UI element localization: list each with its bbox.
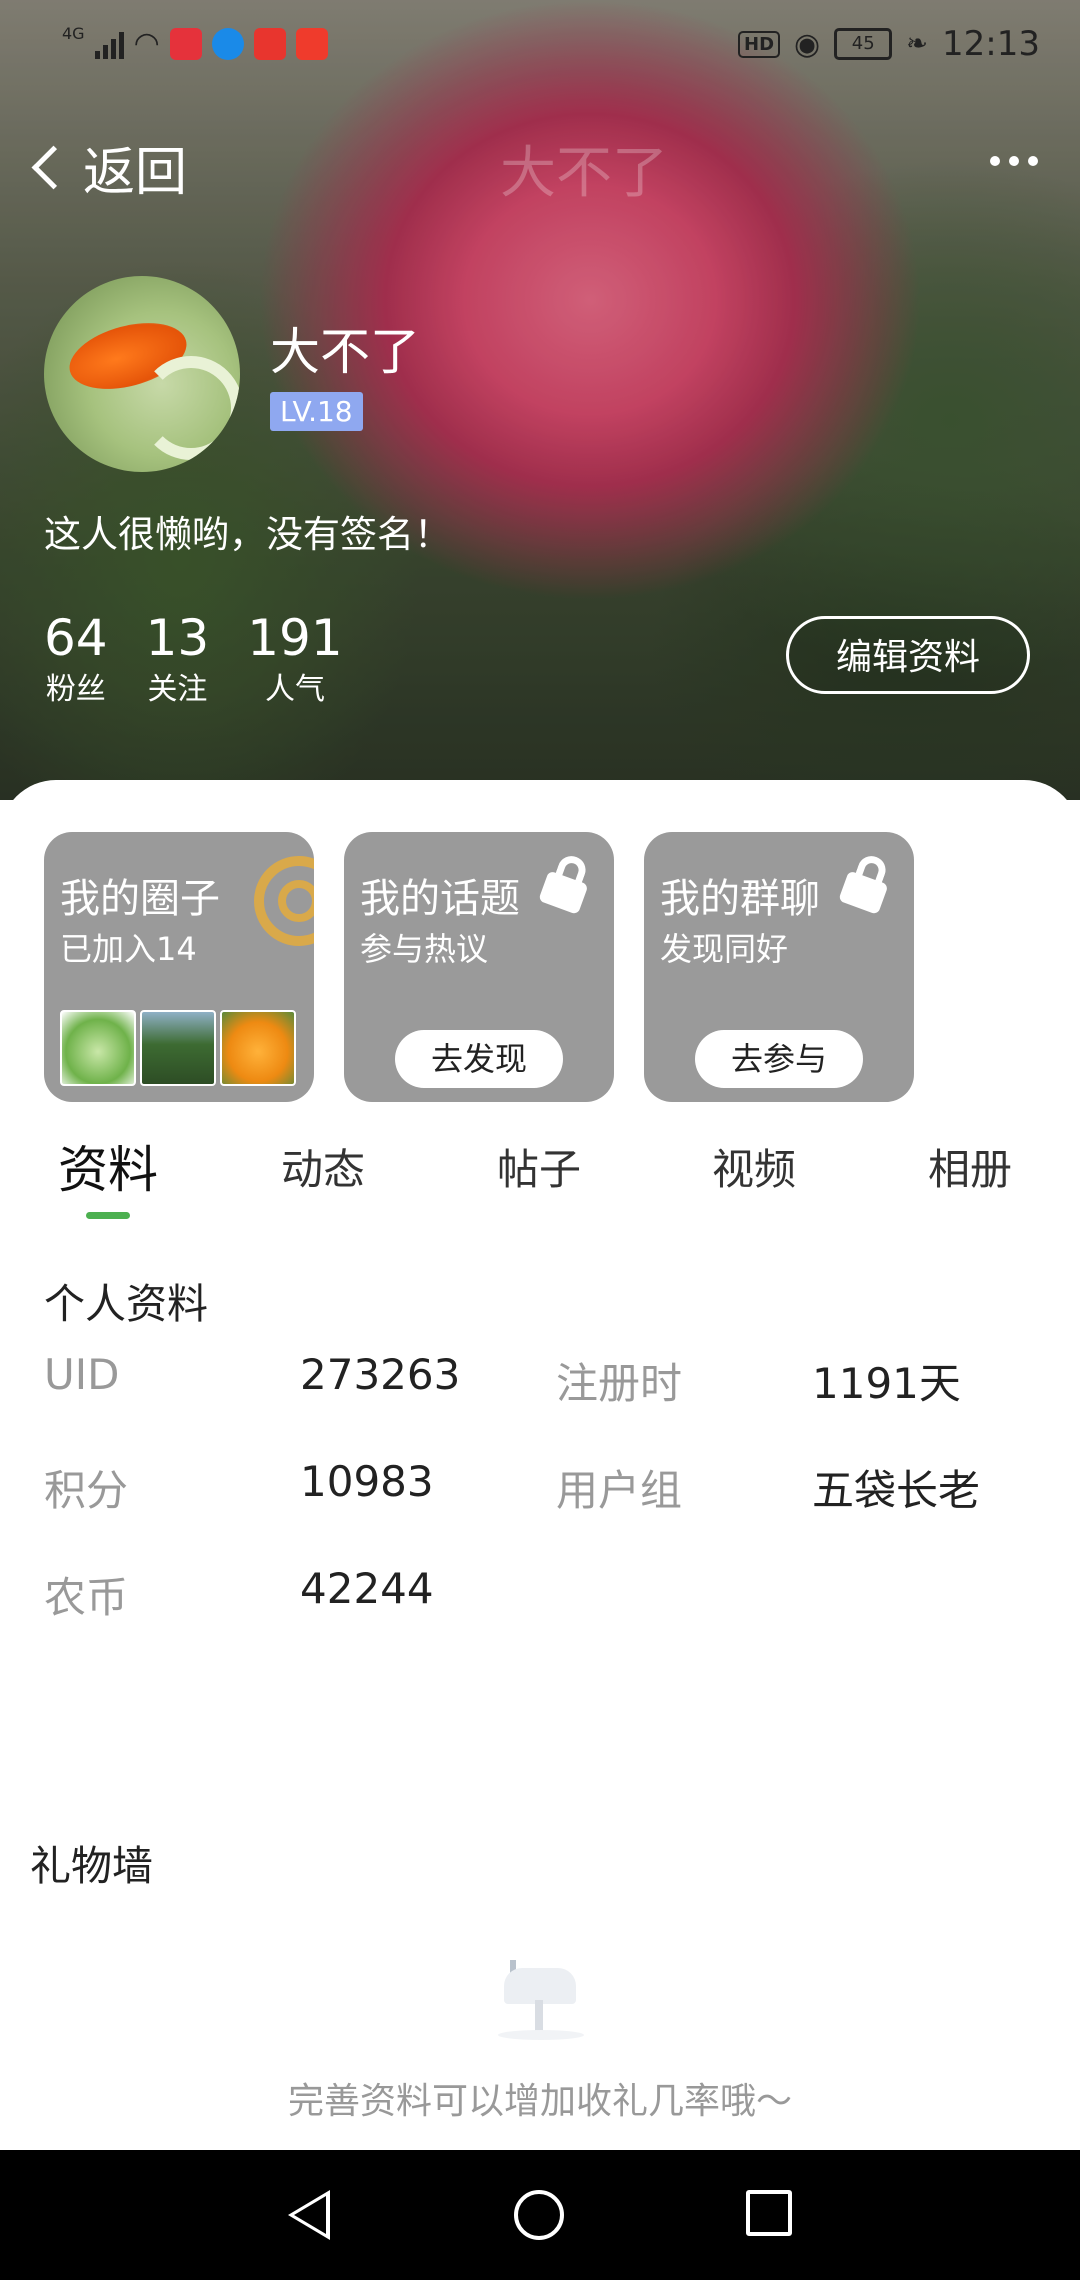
listen-app-icon <box>295 27 328 60</box>
status-bar: 4G ◠ HD ◉ 45 ❧ 12:13 <box>0 0 1080 90</box>
info-key: 用户组 <box>556 1466 683 1515</box>
tab-videos[interactable]: 视频 <box>712 1136 796 1197</box>
info-row: 农币 42244 <box>44 1564 1044 1624</box>
personal-info-title: 个人资料 <box>44 1280 208 1328</box>
back-button[interactable]: 返回 <box>28 130 187 205</box>
info-row: UID 273263 注册时 1191天 <box>44 1350 1044 1410</box>
faded-title: 大不了 <box>500 141 668 206</box>
active-tab-indicator <box>86 1212 130 1219</box>
card-my-topics[interactable]: 我的话题 参与热议 去发现 <box>344 832 614 1102</box>
nav-recents-icon[interactable] <box>746 2190 792 2236</box>
nav-back-icon[interactable] <box>288 2190 330 2240</box>
eye-comfort-icon: ◉ <box>794 26 821 62</box>
tab-activity[interactable]: 动态 <box>281 1136 365 1197</box>
signature-text: 这人很懒哟，没有签名！ <box>44 513 451 556</box>
profile-stats: 64 粉丝 13 关注 191 人气 <box>44 608 381 712</box>
book-app-icon <box>169 27 202 60</box>
info-value: 42244 <box>300 1564 434 1613</box>
edit-profile-button[interactable]: 编辑资料 <box>786 616 1030 694</box>
info-key: 积分 <box>44 1466 129 1515</box>
more-options-icon[interactable] <box>990 156 1038 166</box>
stat-value: 13 <box>145 609 210 667</box>
info-key: 注册时 <box>556 1359 683 1408</box>
wifi-icon: ◠ <box>133 26 160 61</box>
orchard-thumbnail <box>140 1010 216 1086</box>
profile-tabs: 资料 动态 帖子 视频 相册 <box>0 1130 1080 1230</box>
clock-time: 12:13 <box>942 24 1040 64</box>
network-label: 4G <box>62 24 85 43</box>
gift-wall-empty-text: 完善资料可以增加收礼几率哦～ <box>287 2081 792 2122</box>
circle-logo-icon <box>254 856 314 946</box>
card-title: 我的话题 <box>360 876 520 922</box>
stat-label: 粉丝 <box>45 672 106 707</box>
circle-thumbnails <box>60 1010 296 1086</box>
card-title: 我的圈子 <box>60 876 220 922</box>
info-row: 积分 10983 用户组 五袋长老 <box>44 1457 1044 1517</box>
stat-label: 关注 <box>147 672 208 707</box>
avatar[interactable] <box>44 276 240 472</box>
card-subtitle: 发现同好 <box>660 930 789 968</box>
lock-icon <box>834 848 903 917</box>
tab-album[interactable]: 相册 <box>928 1136 1012 1197</box>
info-key: 农币 <box>44 1573 129 1622</box>
map-pin-app-icon <box>253 27 286 60</box>
tab-info[interactable]: 资料 <box>58 1130 158 1202</box>
lock-icon <box>534 848 603 917</box>
browser-app-icon <box>211 27 244 60</box>
tab-posts[interactable]: 帖子 <box>497 1136 581 1197</box>
join-button[interactable]: 去参与 <box>695 1030 863 1088</box>
hd-icon: HD <box>738 30 781 58</box>
avatar-decoration <box>139 356 240 460</box>
card-subtitle: 参与热议 <box>360 930 489 968</box>
gift-wall-title: 礼物墙 <box>30 1842 153 1890</box>
card-my-circles[interactable]: 我的圈子 已加入14 <box>44 832 314 1102</box>
signal-icon <box>94 29 124 59</box>
card-subtitle: 已加入14 <box>60 930 197 968</box>
card-my-group-chats[interactable]: 我的群聊 发现同好 去参与 <box>644 832 914 1102</box>
cabbage-thumbnail <box>60 1010 136 1086</box>
nav-home-icon[interactable] <box>514 2190 564 2240</box>
stat-following[interactable]: 13 关注 <box>146 608 210 712</box>
stat-label: 人气 <box>264 672 325 707</box>
stat-value: 191 <box>247 609 343 667</box>
stat-popularity[interactable]: 191 人气 <box>247 608 342 712</box>
stat-value: 64 <box>44 609 108 667</box>
discover-button[interactable]: 去发现 <box>395 1030 563 1088</box>
battery-icon: 45 <box>834 28 893 60</box>
feature-cards: 我的圈子 已加入14 我的话题 参与热议 去发现 我的群聊 发现同好 去参与 <box>44 832 914 1102</box>
info-value: 10983 <box>300 1457 434 1506</box>
orange-thumbnail <box>220 1010 296 1086</box>
back-label: 返回 <box>83 143 188 203</box>
info-value: 1191天 <box>812 1359 961 1408</box>
system-navigation-bar <box>0 2150 1080 2280</box>
stat-fans[interactable]: 64 粉丝 <box>44 608 108 712</box>
info-value: 五袋长老 <box>812 1466 981 1515</box>
card-title: 我的群聊 <box>660 876 820 922</box>
top-navigation: 返回 大不了 <box>0 110 1080 220</box>
info-key: UID <box>44 1350 120 1399</box>
username: 大不了 <box>270 323 420 381</box>
level-badge: LV.18 <box>270 392 363 431</box>
profile-content-sheet: 我的圈子 已加入14 我的话题 参与热议 去发现 我的群聊 发现同好 去参与 资… <box>0 780 1080 2150</box>
empty-mailbox-icon <box>490 1950 590 2040</box>
info-value: 273263 <box>300 1350 461 1399</box>
back-arrow-icon <box>31 145 76 190</box>
leaf-icon: ❧ <box>906 29 929 59</box>
